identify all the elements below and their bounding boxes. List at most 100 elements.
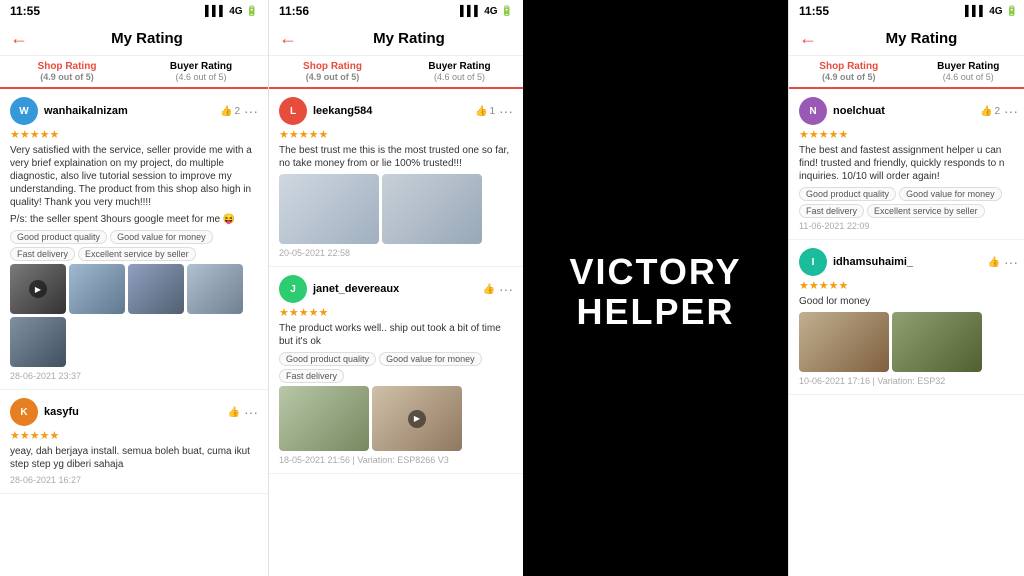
- review-text-2: P/s: the seller spent 3hours google meet…: [10, 213, 258, 226]
- thumb-product[interactable]: [799, 312, 889, 372]
- tag: Excellent service by seller: [78, 247, 196, 261]
- tab-buyer-rating-left[interactable]: Buyer Rating (4.6 out of 5): [134, 56, 268, 87]
- network-left: 4G: [229, 6, 242, 17]
- tab-buyer-cl[interactable]: Buyer Rating (4.6 out of 5): [396, 56, 523, 87]
- tags: Good product quality Good value for mone…: [799, 187, 1018, 218]
- like-button[interactable]: 👍 2: [220, 106, 240, 117]
- thumb-img[interactable]: [128, 264, 184, 314]
- reviewer-name: leekang584: [313, 105, 475, 117]
- thumb-product[interactable]: [279, 386, 369, 451]
- tab-buyer-sub-left: (4.6 out of 5): [137, 72, 265, 82]
- status-icons-cr: ▌▌▌ 4G 🔋: [965, 6, 1018, 17]
- back-arrow-left[interactable]: ←: [10, 28, 28, 49]
- tags: Good product quality Good value for mone…: [10, 230, 258, 261]
- review-date: 10-06-2021 17:16 | Variation: ESP32: [799, 376, 1018, 386]
- review-header: I idhamsuhaimi_ 👍 ···: [799, 248, 1018, 276]
- tag: Fast delivery: [279, 369, 344, 383]
- more-button[interactable]: ···: [499, 103, 513, 119]
- stars: ★★★★★: [799, 128, 1018, 141]
- review-date: 11-06-2021 22:09: [799, 221, 1018, 231]
- tab-shop-rating-left[interactable]: Shop Rating (4.9 out of 5): [0, 56, 134, 89]
- like-button[interactable]: 👍: [228, 407, 240, 418]
- play-icon: ▶: [408, 410, 426, 428]
- like-count: 2: [234, 106, 240, 117]
- thumb-product2[interactable]: ▶: [372, 386, 462, 451]
- review-item: W wanhaikalnizam 👍 2 ··· ★★★★★ Very sati…: [0, 89, 268, 390]
- stars: ★★★★★: [279, 306, 513, 319]
- thumb-grid: ▶: [279, 386, 513, 451]
- stars: ★★★★★: [799, 279, 1018, 292]
- banner-title: VICTORY HELPER: [523, 232, 788, 351]
- panel-banner: VICTORY HELPER: [523, 0, 788, 576]
- avatar: J: [279, 275, 307, 303]
- tag: Excellent service by seller: [867, 204, 985, 218]
- thumb-img[interactable]: [69, 264, 125, 314]
- back-arrow-cr[interactable]: ←: [799, 28, 817, 49]
- reviewer-name: idhamsuhaimi_: [833, 256, 988, 268]
- thumb-video[interactable]: ▶: [10, 264, 66, 314]
- thumb-doc2[interactable]: [382, 174, 482, 244]
- stars: ★★★★★: [10, 128, 258, 141]
- review-item: K kasyfu 👍 ··· ★★★★★ yeay, dah berjaya i…: [0, 390, 268, 494]
- more-button[interactable]: ···: [1004, 103, 1018, 119]
- tag: Good value for money: [110, 230, 213, 244]
- thumb-img[interactable]: [187, 264, 243, 314]
- title-cr: My Rating: [825, 30, 1018, 47]
- network-cl: 4G: [484, 6, 497, 17]
- like-button[interactable]: 👍: [483, 284, 495, 295]
- avatar: K: [10, 398, 38, 426]
- reviewer-name: wanhaikalnizam: [44, 105, 220, 117]
- signal-icon-cr: ▌▌▌: [965, 6, 986, 17]
- review-header: W wanhaikalnizam 👍 2 ···: [10, 97, 258, 125]
- more-button[interactable]: ···: [1004, 254, 1018, 270]
- tab-buyer-label-left: Buyer Rating: [137, 61, 265, 72]
- stars: ★★★★★: [279, 128, 513, 141]
- review-item: J janet_devereaux 👍 ··· ★★★★★ The produc…: [269, 267, 523, 474]
- back-arrow-cl[interactable]: ←: [279, 28, 297, 49]
- tag: Good value for money: [899, 187, 1002, 201]
- reviewer-name: janet_devereaux: [313, 283, 483, 295]
- time-left: 11:55: [10, 4, 40, 18]
- tab-shop-cr[interactable]: Shop Rating (4.9 out of 5): [789, 56, 909, 89]
- stars: ★★★★★: [10, 429, 258, 442]
- tabs-cl: Shop Rating (4.9 out of 5) Buyer Rating …: [269, 56, 523, 89]
- tags: Good product quality Good value for mone…: [279, 352, 513, 383]
- review-list-left: W wanhaikalnizam 👍 2 ··· ★★★★★ Very sati…: [0, 89, 268, 576]
- status-bar-left: 11:55 ▌▌▌ 4G 🔋: [0, 0, 268, 22]
- reviewer-name: kasyfu: [44, 406, 228, 418]
- review-text: The best trust me this is the most trust…: [279, 144, 513, 170]
- tab-shop-label-left: Shop Rating: [3, 61, 131, 72]
- review-item: L leekang584 👍 1 ··· ★★★★★ The best trus…: [269, 89, 523, 267]
- thumb-grid: [799, 312, 1018, 372]
- battery-cl: 🔋: [501, 6, 513, 17]
- review-date: 28-06-2021 16:27: [10, 475, 258, 485]
- panel-center-right: 11:55 ▌▌▌ 4G 🔋 ← My Rating Shop Rating (…: [788, 0, 1024, 576]
- review-item: N noelchuat 👍 2 ··· ★★★★★ The best and f…: [789, 89, 1024, 240]
- like-button[interactable]: 👍: [988, 257, 1000, 268]
- title-cl: My Rating: [305, 30, 513, 47]
- like-button[interactable]: 👍 2: [980, 106, 1000, 117]
- review-header: L leekang584 👍 1 ···: [279, 97, 513, 125]
- review-header: N noelchuat 👍 2 ···: [799, 97, 1018, 125]
- header-left: ← My Rating: [0, 22, 268, 56]
- tab-shop-cl[interactable]: Shop Rating (4.9 out of 5): [269, 56, 396, 89]
- tag: Fast delivery: [10, 247, 75, 261]
- more-button[interactable]: ···: [244, 103, 258, 119]
- thumb-img[interactable]: [10, 317, 66, 367]
- review-date: 28-06-2021 23:37: [10, 371, 258, 381]
- like-button[interactable]: 👍 1: [475, 106, 495, 117]
- status-bar-cr: 11:55 ▌▌▌ 4G 🔋: [789, 0, 1024, 22]
- avatar: N: [799, 97, 827, 125]
- title-left: My Rating: [36, 30, 258, 47]
- tab-buyer-cr[interactable]: Buyer Rating (4.6 out of 5): [909, 56, 1024, 87]
- review-text: The best and fastest assignment helper u…: [799, 144, 1018, 183]
- time-cl: 11:56: [279, 4, 309, 18]
- battery-left: 🔋: [246, 6, 258, 17]
- status-bar-cl: 11:56 ▌▌▌ 4G 🔋: [269, 0, 523, 22]
- review-text: Good lor money: [799, 295, 1018, 308]
- review-date: 18-05-2021 21:56 | Variation: ESP8266 V3: [279, 455, 513, 465]
- more-button[interactable]: ···: [499, 281, 513, 297]
- thumb-product2[interactable]: [892, 312, 982, 372]
- more-button[interactable]: ···: [244, 404, 258, 420]
- thumb-doc[interactable]: [279, 174, 379, 244]
